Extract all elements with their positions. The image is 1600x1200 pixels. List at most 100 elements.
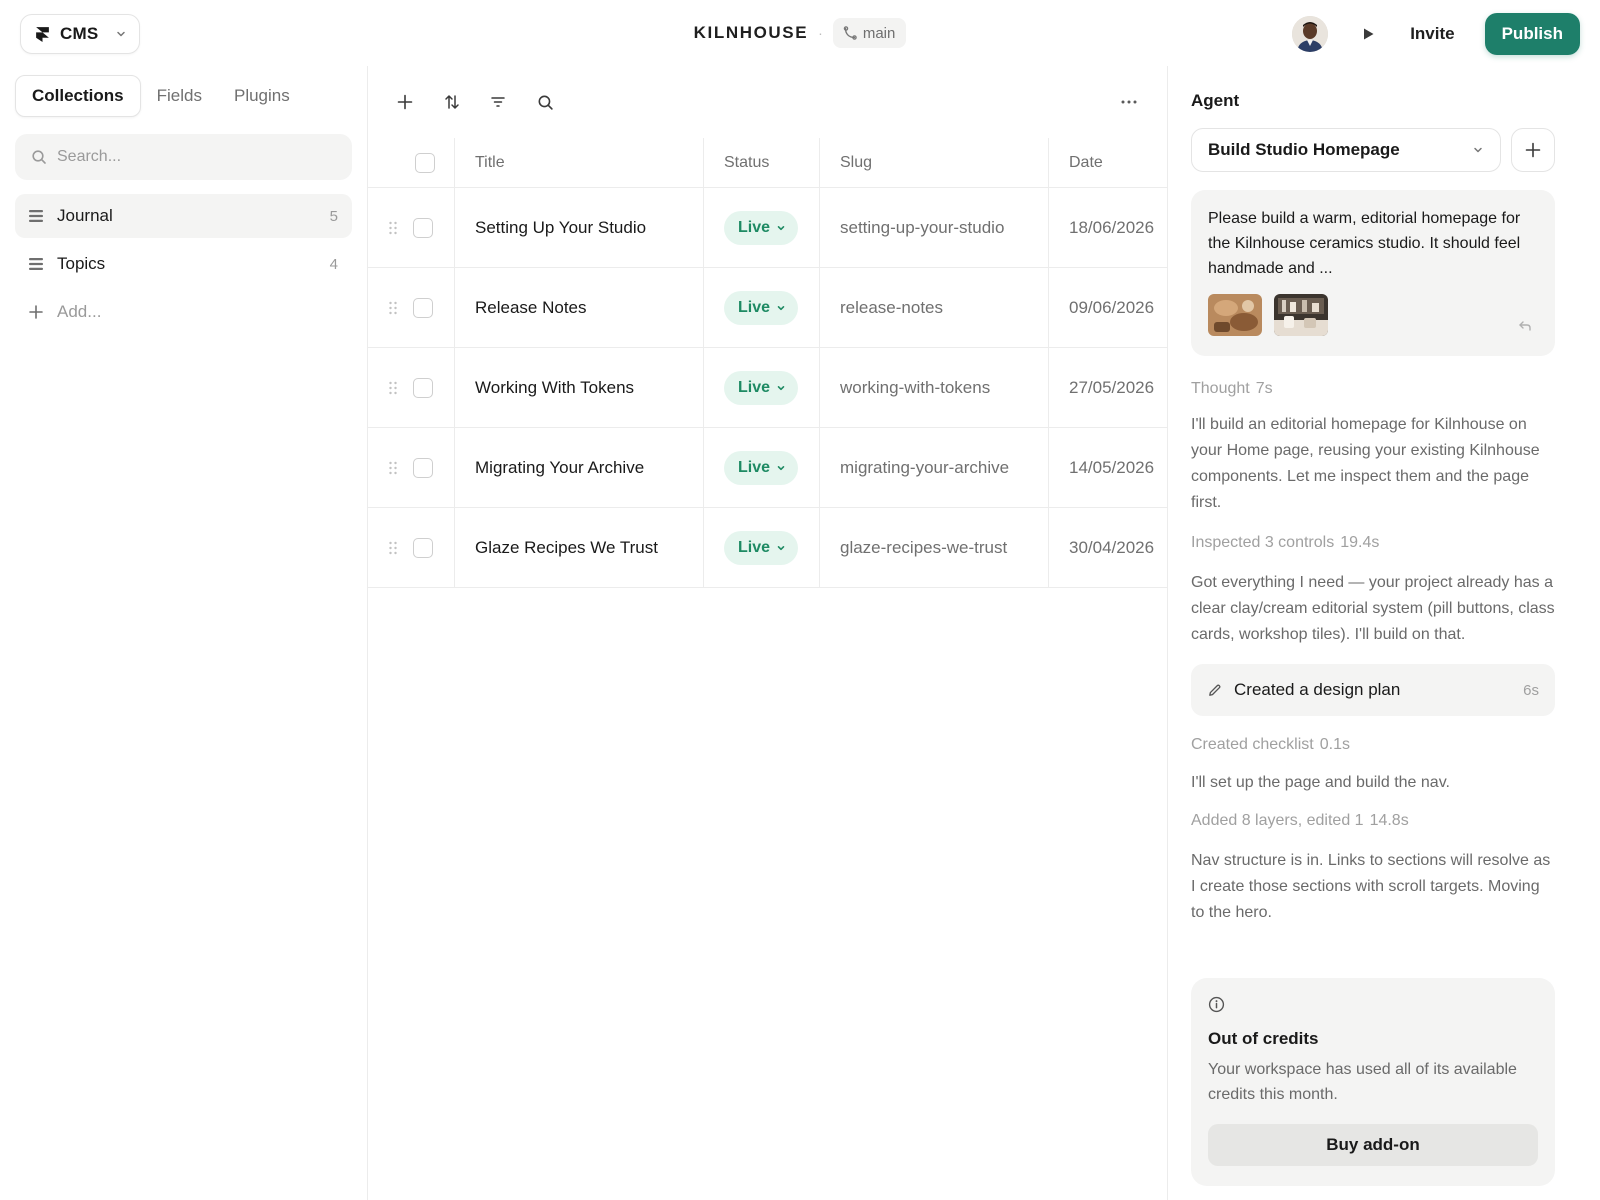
row-select-cell [368,508,455,587]
plus-icon [397,94,413,110]
chevron-down-icon [1472,144,1484,156]
search-input[interactable] [57,148,317,166]
row-slug: setting-up-your-studio [820,188,1049,267]
design-plan-duration: 6s [1523,681,1539,699]
drag-handle-icon[interactable] [388,380,398,396]
drag-handle-icon[interactable] [388,460,398,476]
select-all-cell [368,138,455,187]
table-row[interactable]: Migrating Your Archive Live migrating-yo… [368,428,1168,508]
invite-button[interactable]: Invite [1410,24,1454,44]
row-date: 27/05/2026 [1069,377,1155,397]
attachment-thumbnail[interactable] [1208,294,1262,336]
app-switcher-label: CMS [60,24,99,43]
inspected-step[interactable]: Inspected 3 controls 19.4s [1191,534,1555,552]
sidebar-item-journal[interactable]: Journal 5 [15,194,352,238]
table-row[interactable]: Working With Tokens Live working-with-to… [368,348,1168,428]
agent-message: Nav structure is in. Links to sections w… [1191,852,1551,921]
status-dropdown[interactable]: Live [724,370,799,405]
status-dropdown[interactable]: Live [724,450,799,485]
collection-count: 5 [329,207,338,225]
status-label: Live [738,218,771,236]
table-row[interactable]: Glaze Recipes We Trust Live glaze-recipe… [368,508,1168,588]
more-icon [1121,100,1137,104]
collection-name: Topics [57,254,106,273]
table-row[interactable]: Release Notes Live release-notes 09/06/2… [368,268,1168,348]
add-collection-button[interactable]: Add... [15,290,352,334]
row-checkbox[interactable] [413,297,433,318]
session-dropdown[interactable]: Build Studio Homepage [1191,128,1501,172]
preview-play-button[interactable] [1356,22,1380,46]
drag-handle-icon[interactable] [388,300,398,316]
row-checkbox[interactable] [413,457,433,478]
attachment-thumbnail[interactable] [1274,294,1328,336]
user-prompt-text: Please build a warm, editorial homepage … [1208,210,1521,277]
thought-step[interactable]: Thought 7s [1191,380,1555,398]
row-status-cell: Live [704,188,820,267]
publish-button[interactable]: Publish [1484,13,1580,55]
agent-activity-feed: Thought 7s I'll build an editorial homepa… [1191,366,1555,1006]
status-label: Live [738,458,771,476]
chevron-down-icon [776,383,786,393]
checklist-step[interactable]: Created checklist 0.1s [1191,736,1555,754]
table-row[interactable]: Setting Up Your Studio Live setting-up-y… [368,188,1168,268]
chevron-down-icon [115,28,127,40]
collection-list-icon [29,258,43,270]
agent-panel: Agent Build Studio Homepage Please build… [1168,66,1600,1200]
top-bar: CMS KILNHOUSE · main Invite Publish [0,0,1600,66]
row-status-cell: Live [704,428,820,507]
collection-table: Title Status Slug Date Setting Up Your S… [368,138,1168,588]
row-checkbox[interactable] [413,377,433,398]
filter-button[interactable] [484,88,512,116]
status-dropdown[interactable]: Live [724,210,799,245]
chevron-down-icon [776,223,786,233]
row-title: Working With Tokens [455,348,704,427]
sort-icon [444,94,460,110]
design-plan-card[interactable]: Created a design plan 6s [1191,664,1555,716]
project-name: KILNHOUSE [693,23,809,42]
row-date: 09/06/2026 [1069,297,1155,317]
title-separator: · [818,25,823,41]
tab-plugins[interactable]: Plugins [218,75,306,117]
new-session-button[interactable] [1511,128,1555,172]
collection-table-panel: Title Status Slug Date Setting Up Your S… [368,66,1168,1200]
avatar[interactable] [1292,16,1329,52]
tab-collections[interactable]: Collections [15,75,141,117]
drag-handle-icon[interactable] [388,220,398,236]
play-icon [1362,27,1375,41]
tab-fields[interactable]: Fields [141,75,218,117]
reply-arrow-icon[interactable] [1517,318,1533,334]
column-header-slug[interactable]: Slug [820,138,1049,187]
status-label: Live [738,378,771,396]
agent-message: Got everything I need — your project alr… [1191,574,1555,643]
sidebar-item-topics[interactable]: Topics 4 [15,242,352,286]
step-label: Created checklist [1191,736,1314,753]
status-dropdown[interactable]: Live [724,530,799,565]
add-item-button[interactable] [391,88,419,116]
buy-add-on-button[interactable]: Buy add-on [1208,1124,1538,1166]
agent-title: Agent [1191,91,1240,110]
collection-list-icon [29,210,43,222]
row-checkbox[interactable] [413,537,433,558]
row-status-cell: Live [704,508,820,587]
row-slug: release-notes [820,268,1049,347]
column-header-date[interactable]: Date [1049,138,1168,187]
drag-handle-icon[interactable] [388,540,398,556]
layers-step[interactable]: Added 8 layers, edited 1 14.8s [1191,812,1555,830]
app-switcher-button[interactable]: CMS [20,14,140,54]
branch-name: main [862,24,896,42]
design-plan-label: Created a design plan [1234,680,1401,699]
status-dropdown[interactable]: Live [724,290,799,325]
sidebar-tabs: Collections Fields Plugins [15,75,306,117]
column-header-status[interactable]: Status [704,138,820,187]
chevron-down-icon [776,463,786,473]
more-options-button[interactable] [1115,88,1143,116]
table-search-button[interactable] [531,88,559,116]
credits-title: Out of credits [1208,1029,1319,1048]
column-header-title[interactable]: Title [455,138,704,187]
collection-list: Journal 5 Topics 4 Add... [15,194,352,334]
sort-button[interactable] [438,88,466,116]
row-title: Setting Up Your Studio [455,188,704,267]
branch-chip[interactable]: main [832,18,907,48]
select-all-checkbox[interactable] [415,152,435,173]
row-checkbox[interactable] [413,217,433,238]
